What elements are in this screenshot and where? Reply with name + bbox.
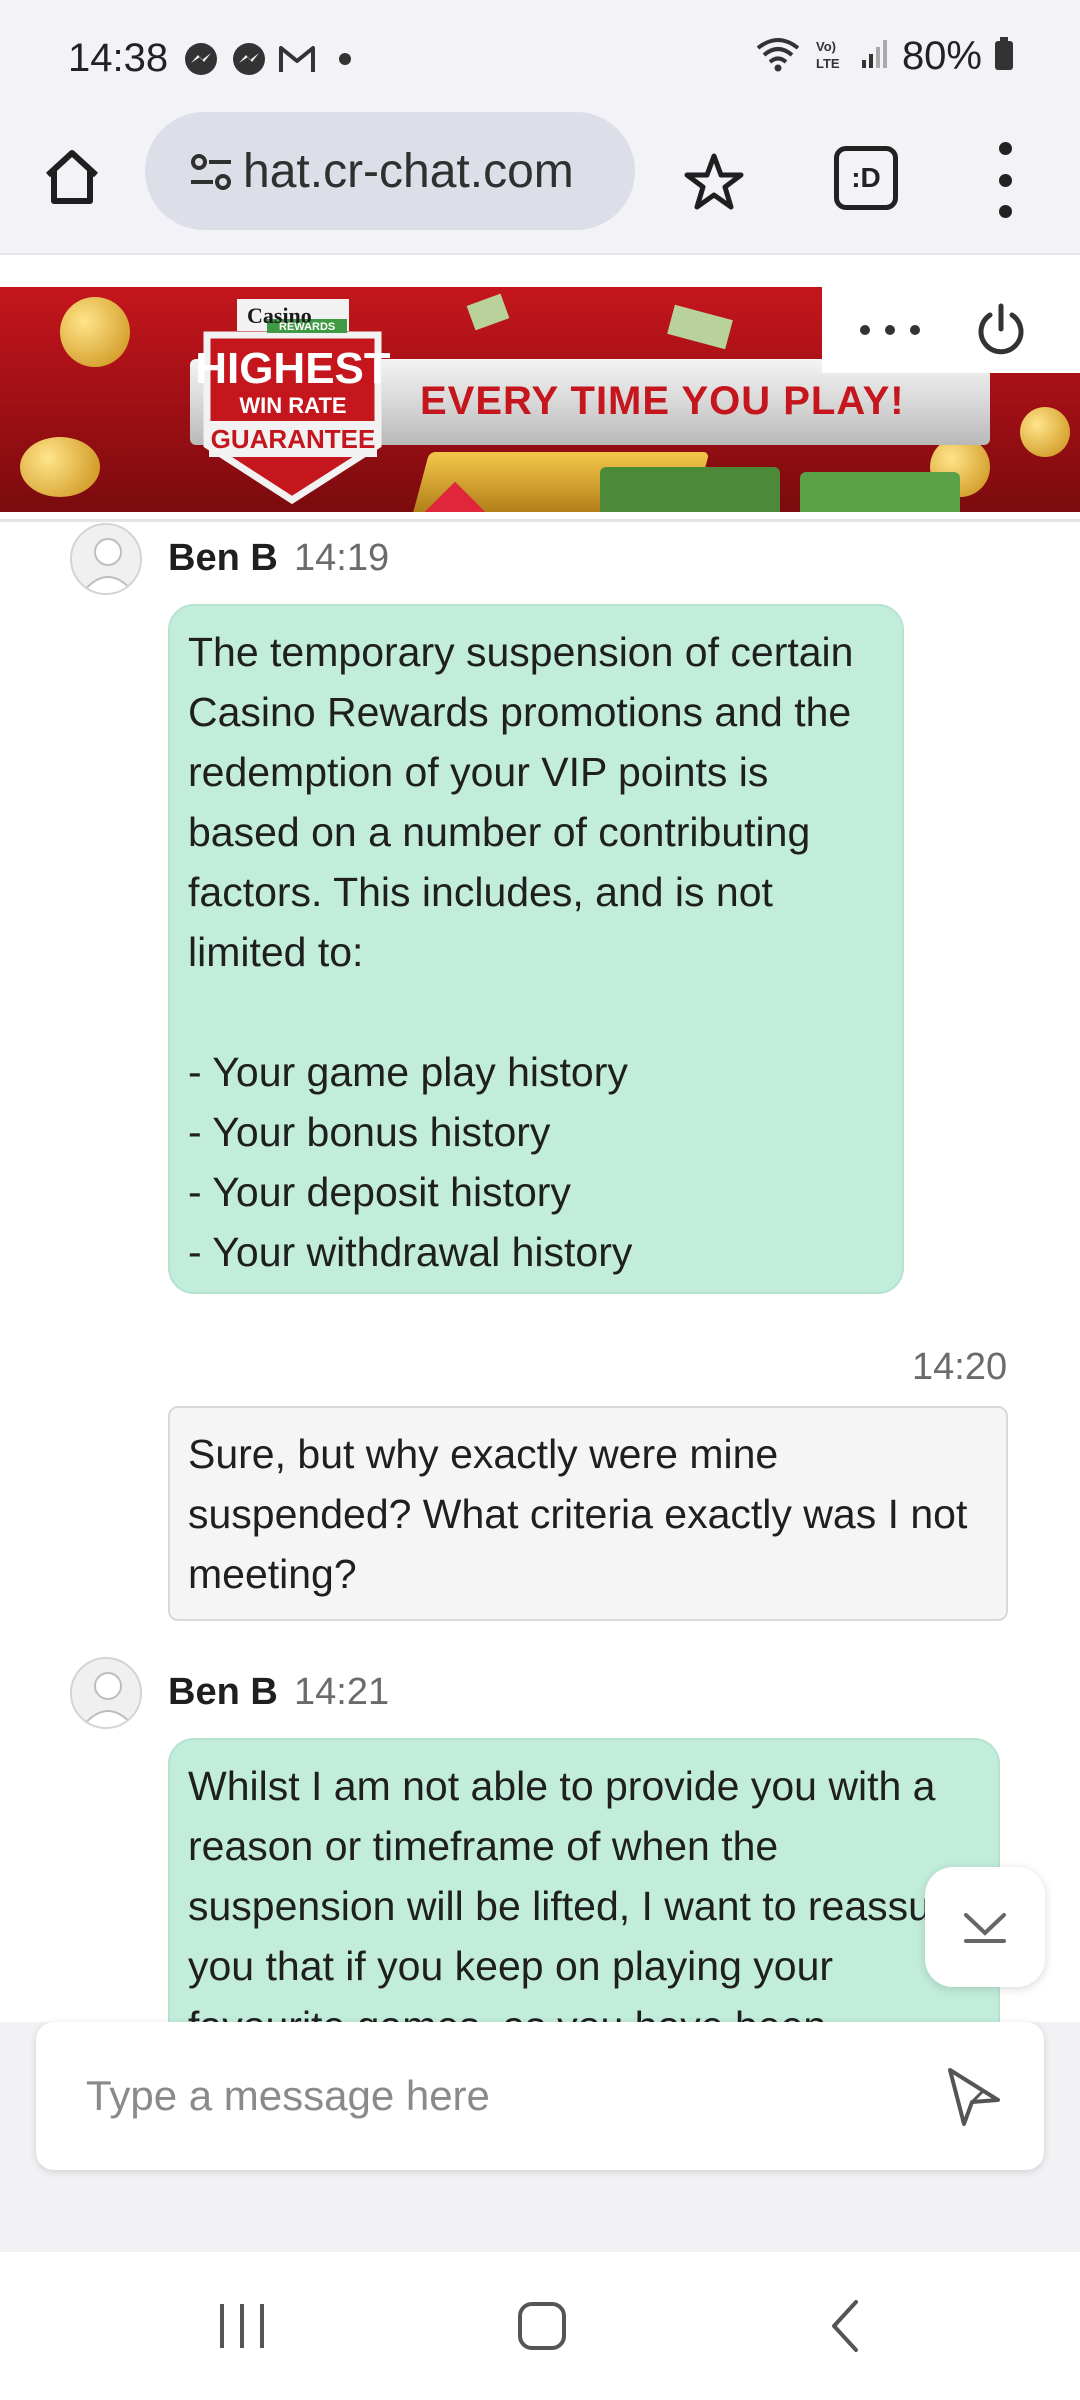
battery-icon	[994, 37, 1014, 76]
browser-toolbar: hat.cr-chat.com :D	[0, 112, 1080, 255]
end-chat-power-icon[interactable]	[972, 301, 1030, 359]
chevron-down-icon	[964, 1913, 1006, 1943]
badge-line-3: GUARANTEE	[211, 424, 376, 454]
message-time: 14:21	[294, 1671, 390, 1713]
svg-text:LTE: LTE	[816, 56, 840, 71]
back-icon[interactable]	[820, 2296, 870, 2356]
banner-tagline: EVERY TIME YOU PLAY!	[420, 379, 905, 423]
message-input[interactable]	[86, 2066, 886, 2126]
scroll-to-bottom-button[interactable]	[925, 1867, 1045, 1987]
home-icon[interactable]	[40, 145, 104, 209]
messenger-icon	[182, 40, 220, 78]
site-settings-icon[interactable]	[185, 146, 237, 198]
badge-line-2: WIN RATE	[239, 393, 346, 418]
cash-decoration	[600, 467, 780, 512]
composer-area	[0, 2022, 1080, 2252]
message-composer	[36, 2022, 1044, 2170]
sender-name: Ben B	[168, 537, 278, 579]
status-right: Vo) LTE 80%	[756, 34, 1014, 79]
svg-text:Vo): Vo)	[816, 39, 836, 54]
bookmark-star-icon[interactable]	[680, 148, 748, 216]
signal-icon	[860, 38, 890, 75]
system-home-icon[interactable]	[514, 2298, 570, 2354]
casino-rewards-badge: Casino REWARDS HIGHEST WIN RATE GUARANTE…	[195, 299, 390, 505]
banner-brand-rewards: REWARDS	[279, 321, 335, 333]
message-time: 14:19	[294, 537, 390, 579]
agent-message-bubble: The temporary suspension of certain Casi…	[168, 604, 904, 1294]
omnibox[interactable]: hat.cr-chat.com	[145, 112, 635, 230]
send-icon[interactable]	[936, 2060, 1008, 2132]
avatar	[70, 523, 142, 595]
more-options-icon[interactable]	[860, 307, 920, 353]
battery-percent: 80%	[901, 34, 982, 78]
coin-decoration	[20, 437, 100, 497]
system-nav-bar	[0, 2252, 1080, 2400]
status-bar: 14:38 Vo) LTE 80%	[0, 0, 1080, 120]
badge-line-1: HIGHEST	[195, 344, 390, 393]
browser-menu-icon[interactable]	[990, 142, 1020, 218]
status-time: 14:38	[68, 36, 169, 80]
coin-decoration	[1020, 407, 1070, 457]
url-text[interactable]: hat.cr-chat.com	[243, 144, 623, 199]
divider	[0, 519, 1080, 522]
recent-apps-icon[interactable]	[212, 2300, 272, 2352]
cash-decoration	[800, 472, 960, 512]
wifi-icon	[756, 36, 800, 77]
chat-page: EVERY TIME YOU PLAY! Casino REWARDS HIGH…	[0, 257, 1080, 2252]
avatar	[70, 1657, 142, 1729]
chat-controls	[822, 287, 1080, 373]
sender-name: Ben B	[168, 1671, 278, 1713]
dot-icon	[326, 40, 364, 78]
messenger-icon	[230, 40, 268, 78]
coin-decoration	[60, 297, 130, 367]
tab-switcher-button[interactable]: :D	[834, 146, 898, 210]
notification-icons	[182, 40, 364, 78]
user-message-bubble: Sure, but why exactly were mine suspende…	[168, 1406, 1008, 1621]
gmail-icon	[278, 40, 316, 78]
message-time: 14:20	[912, 1346, 1008, 1388]
volte-icon: Vo) LTE	[812, 36, 848, 77]
